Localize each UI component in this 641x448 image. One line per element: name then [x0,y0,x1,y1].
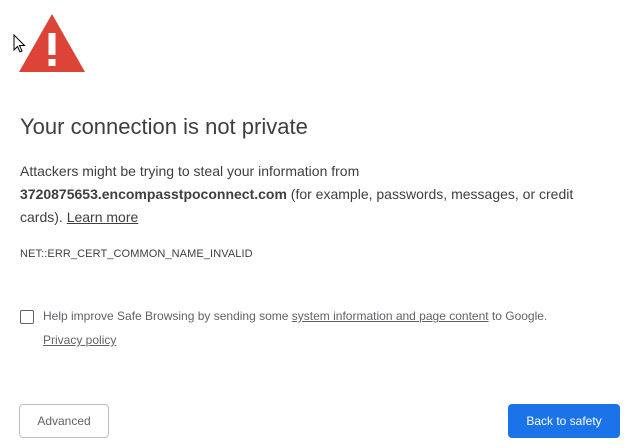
learn-more-link[interactable]: Learn more [67,209,139,225]
back-to-safety-button[interactable]: Back to safety [508,404,620,438]
system-info-link[interactable]: system information and page content [292,309,489,323]
safe-browsing-text-before: Help improve Safe Browsing by sending so… [43,309,292,323]
safe-browsing-checkbox[interactable] [20,310,34,324]
warning-triangle-icon [19,14,85,72]
error-code: NET::ERR_CERT_COMMON_NAME_INVALID [20,248,253,260]
safe-browsing-label: Help improve Safe Browsing by sending so… [43,304,620,352]
advanced-button[interactable]: Advanced [19,404,109,438]
ssl-interstitial-page: Your connection is not private Attackers… [0,0,641,448]
privacy-policy-link[interactable]: Privacy policy [43,333,116,347]
description-prefix: Attackers might be trying to steal your … [20,163,360,179]
page-title: Your connection is not private [20,114,308,139]
hostname: 3720875653.encompasstpoconnect.com [20,186,287,202]
safe-browsing-text-after: to Google. [488,309,548,323]
error-description: Attackers might be trying to steal your … [20,160,610,229]
